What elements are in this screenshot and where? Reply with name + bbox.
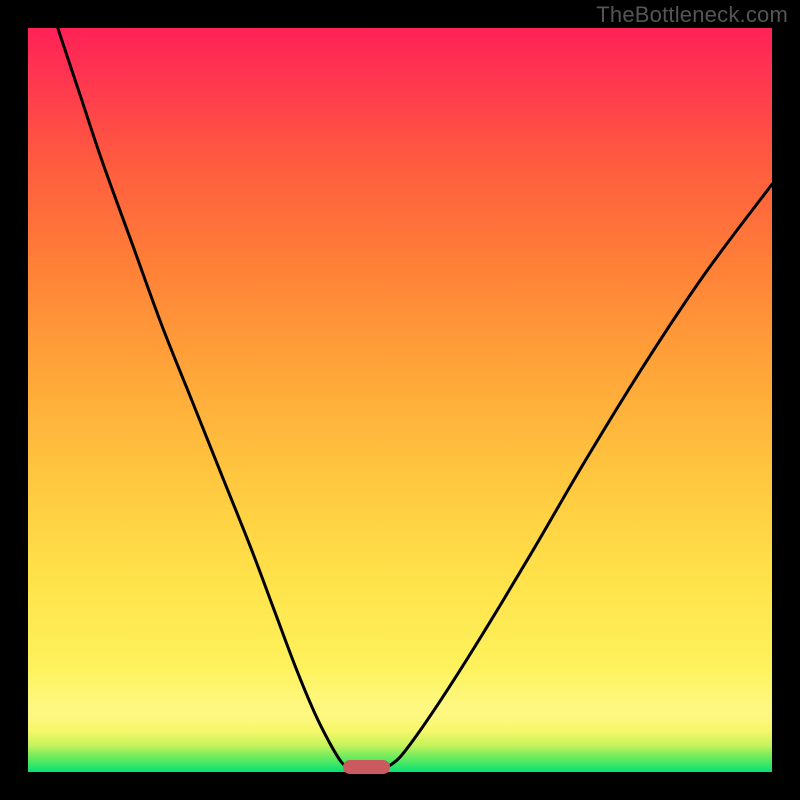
bottleneck-curve	[28, 28, 772, 772]
curve-path	[58, 28, 772, 768]
watermark-text: TheBottleneck.com	[596, 2, 788, 28]
plot-area	[28, 28, 772, 772]
optimal-marker	[343, 760, 389, 774]
chart-container: TheBottleneck.com	[0, 0, 800, 800]
